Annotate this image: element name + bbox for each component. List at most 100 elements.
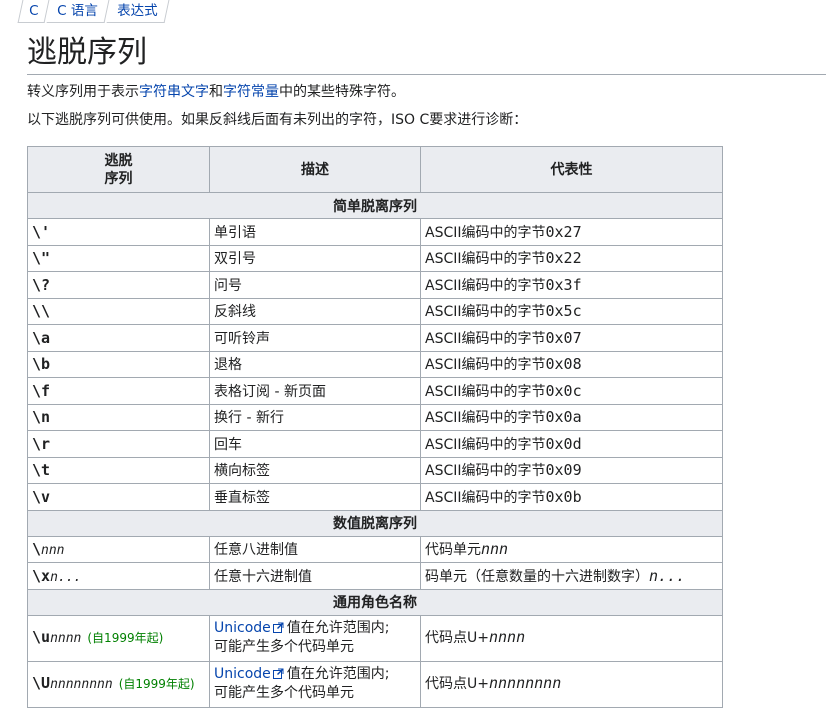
table-header-row: 逃脱 序列 描述 代表性 bbox=[27, 146, 723, 193]
escape-sequence-cell: \nnn bbox=[27, 535, 210, 563]
breadcrumb-c-language[interactable]: C 语言 bbox=[46, 0, 110, 23]
table-row: \a 可听铃声 ASCII编码中的字节0x07 bbox=[27, 324, 723, 352]
representation-placeholder: nnnnnnnn bbox=[488, 674, 562, 692]
escape-sequence-cell: \Unnnnnnnn (自1999年起) bbox=[27, 660, 210, 708]
description-cell: 表格订阅 - 新页面 bbox=[209, 377, 421, 405]
representation-cell: 代码点U+nnnn bbox=[420, 614, 723, 662]
string-literal-link[interactable]: 字符串文字 bbox=[139, 84, 209, 100]
intro-paragraph-2: 以下逃脱序列可供使用。如果反斜线后面有未列出的字符，ISO C要求进行诊断： bbox=[27, 112, 528, 128]
character-constant-link[interactable]: 字符常量 bbox=[223, 84, 279, 100]
section-title-universal: 通用角色名称 bbox=[27, 588, 723, 616]
escape-prefix: \u bbox=[32, 628, 51, 646]
representation-cell: ASCII编码中的字节0x27 bbox=[420, 218, 723, 246]
representation-code: 0x22 bbox=[545, 249, 582, 268]
breadcrumb-expressions-label[interactable]: 表达式 bbox=[117, 0, 158, 22]
escape-sequence-cell: \n bbox=[27, 403, 210, 431]
representation-cell: ASCII编码中的字节0x07 bbox=[420, 324, 723, 352]
unicode-link[interactable]: Unicode bbox=[214, 666, 271, 682]
escape-prefix: \x bbox=[32, 566, 51, 585]
section-title-simple: 简单脱离序列 bbox=[27, 192, 723, 219]
table-row: \nnn 任意八进制值 代码单元nnn bbox=[27, 535, 723, 563]
table-row: \\ 反斜线 ASCII编码中的字节0x5c bbox=[27, 297, 723, 325]
table-row: \Unnnnnnnn (自1999年起) Unicode 值在允许范围内; 可能产生多个… bbox=[27, 660, 723, 708]
table-row: \" 双引号 ASCII编码中的字节0x22 bbox=[27, 244, 723, 272]
description-cell: 回车 bbox=[209, 430, 421, 458]
table-row: \unnnn (自1999年起) Unicode 值在允许范围内; 可能产生多个代码单元… bbox=[27, 614, 723, 662]
table-row: \b 退格 ASCII编码中的字节0x08 bbox=[27, 350, 723, 378]
escape-placeholder: nnnnnnnn bbox=[50, 677, 113, 692]
intro-paragraph: 转义序列用于表示字符串文字和字符常量中的某些特殊字符。 bbox=[27, 82, 405, 102]
description-cell: 退格 bbox=[209, 350, 421, 378]
breadcrumb-c-label[interactable]: C bbox=[29, 0, 38, 22]
representation-text: ASCII编码中的字节 bbox=[425, 330, 546, 347]
description-cell: 问号 bbox=[209, 271, 421, 299]
description-cell: 单引语 bbox=[209, 218, 421, 246]
escape-placeholder: nnn bbox=[41, 543, 65, 559]
escape-sequence-cell: \\ bbox=[27, 297, 210, 325]
numeric-rows: \nnn 任意八进制值 代码单元nnn \xn... 任意十六进制值 码单元（任意数量的十… bbox=[27, 535, 723, 590]
unicode-link[interactable]: Unicode bbox=[214, 620, 271, 636]
representation-code: 0x09 bbox=[545, 461, 582, 480]
description-cell: 垂直标签 bbox=[209, 483, 421, 511]
description-cell: 横向标签 bbox=[209, 456, 421, 484]
description-cell: 反斜线 bbox=[209, 297, 421, 325]
intro-text-before: 转义序列用于表示 bbox=[27, 84, 139, 100]
representation-cell: ASCII编码中的字节0x0d bbox=[420, 430, 723, 458]
breadcrumb-c[interactable]: C bbox=[17, 0, 50, 23]
description-text: 值在允许范围内; bbox=[286, 666, 390, 682]
representation-placeholder: nnnn bbox=[488, 628, 526, 646]
representation-cell: ASCII编码中的字节0x08 bbox=[420, 350, 723, 378]
escape-sequence-cell: \? bbox=[27, 271, 210, 299]
representation-text: ASCII编码中的字节 bbox=[425, 410, 546, 427]
representation-text: ASCII编码中的字节 bbox=[425, 304, 546, 321]
escape-placeholder: nnnn bbox=[50, 631, 82, 646]
description-text-line2: 可能产生多个代码单元 bbox=[214, 639, 354, 655]
escape-sequence-cell: \v bbox=[27, 483, 210, 511]
breadcrumb-c-language-label[interactable]: C 语言 bbox=[58, 0, 99, 22]
section-title-numeric: 数值脱离序列 bbox=[27, 509, 723, 537]
representation-code: 0x5c bbox=[545, 302, 582, 321]
table-row: \n 换行 - 新行 ASCII编码中的字节0x0a bbox=[27, 403, 723, 431]
representation-placeholder: nnn bbox=[481, 540, 509, 559]
representation-cell: ASCII编码中的字节0x0b bbox=[420, 483, 723, 511]
description-cell: 任意八进制值 bbox=[209, 535, 421, 563]
table-row: \? 问号 ASCII编码中的字节0x3f bbox=[27, 271, 723, 299]
external-link-icon bbox=[272, 620, 284, 633]
representation-code: 0x07 bbox=[545, 328, 582, 347]
page-title: 逃脱序列 bbox=[27, 34, 826, 75]
since-badge: (自1999年起) bbox=[87, 631, 164, 645]
since-badge: (自1999年起) bbox=[118, 677, 195, 691]
representation-code: 0x27 bbox=[545, 222, 582, 241]
representation-code: 0x0a bbox=[545, 408, 582, 427]
description-cell: 可听铃声 bbox=[209, 324, 421, 352]
representation-text: 代码点U+ bbox=[425, 676, 489, 692]
representation-cell: ASCII编码中的字节0x0a bbox=[420, 403, 723, 431]
description-text-line2: 可能产生多个代码单元 bbox=[214, 685, 354, 701]
representation-text: ASCII编码中的字节 bbox=[425, 383, 546, 400]
description-text: 值在允许范围内; bbox=[286, 620, 390, 636]
intro-text-mid: 和 bbox=[209, 84, 223, 100]
description-cell: 换行 - 新行 bbox=[209, 403, 421, 431]
header-representation: 代表性 bbox=[420, 146, 723, 193]
representation-cell: ASCII编码中的字节0x09 bbox=[420, 456, 723, 484]
representation-code: 0x0b bbox=[545, 487, 582, 506]
escape-sequence-cell: \" bbox=[27, 244, 210, 272]
representation-text: ASCII编码中的字节 bbox=[425, 436, 546, 453]
representation-text: ASCII编码中的字节 bbox=[425, 357, 546, 374]
section-header-simple: 简单脱离序列 bbox=[27, 192, 723, 219]
representation-text: ASCII编码中的字节 bbox=[425, 463, 546, 480]
representation-text: 代码单元 bbox=[425, 542, 481, 559]
escape-sequence-cell: \xn... bbox=[27, 562, 210, 590]
escape-sequence-cell: \' bbox=[27, 218, 210, 246]
representation-text: ASCII编码中的字节 bbox=[425, 224, 546, 241]
representation-placeholder: n... bbox=[649, 566, 686, 585]
table-row: \xn... 任意十六进制值 码单元（任意数量的十六进制数字）n... bbox=[27, 562, 723, 590]
description-cell: 任意十六进制值 bbox=[209, 562, 421, 590]
table-row: \r 回车 ASCII编码中的字节0x0d bbox=[27, 430, 723, 458]
header-escape-sequence: 逃脱 序列 bbox=[27, 146, 210, 193]
breadcrumb-expressions[interactable]: 表达式 bbox=[106, 0, 170, 23]
escape-placeholder: n... bbox=[50, 569, 82, 585]
escape-sequence-cell: \b bbox=[27, 350, 210, 378]
section-header-numeric: 数值脱离序列 bbox=[27, 509, 723, 537]
representation-cell: 代码单元nnn bbox=[420, 535, 723, 563]
